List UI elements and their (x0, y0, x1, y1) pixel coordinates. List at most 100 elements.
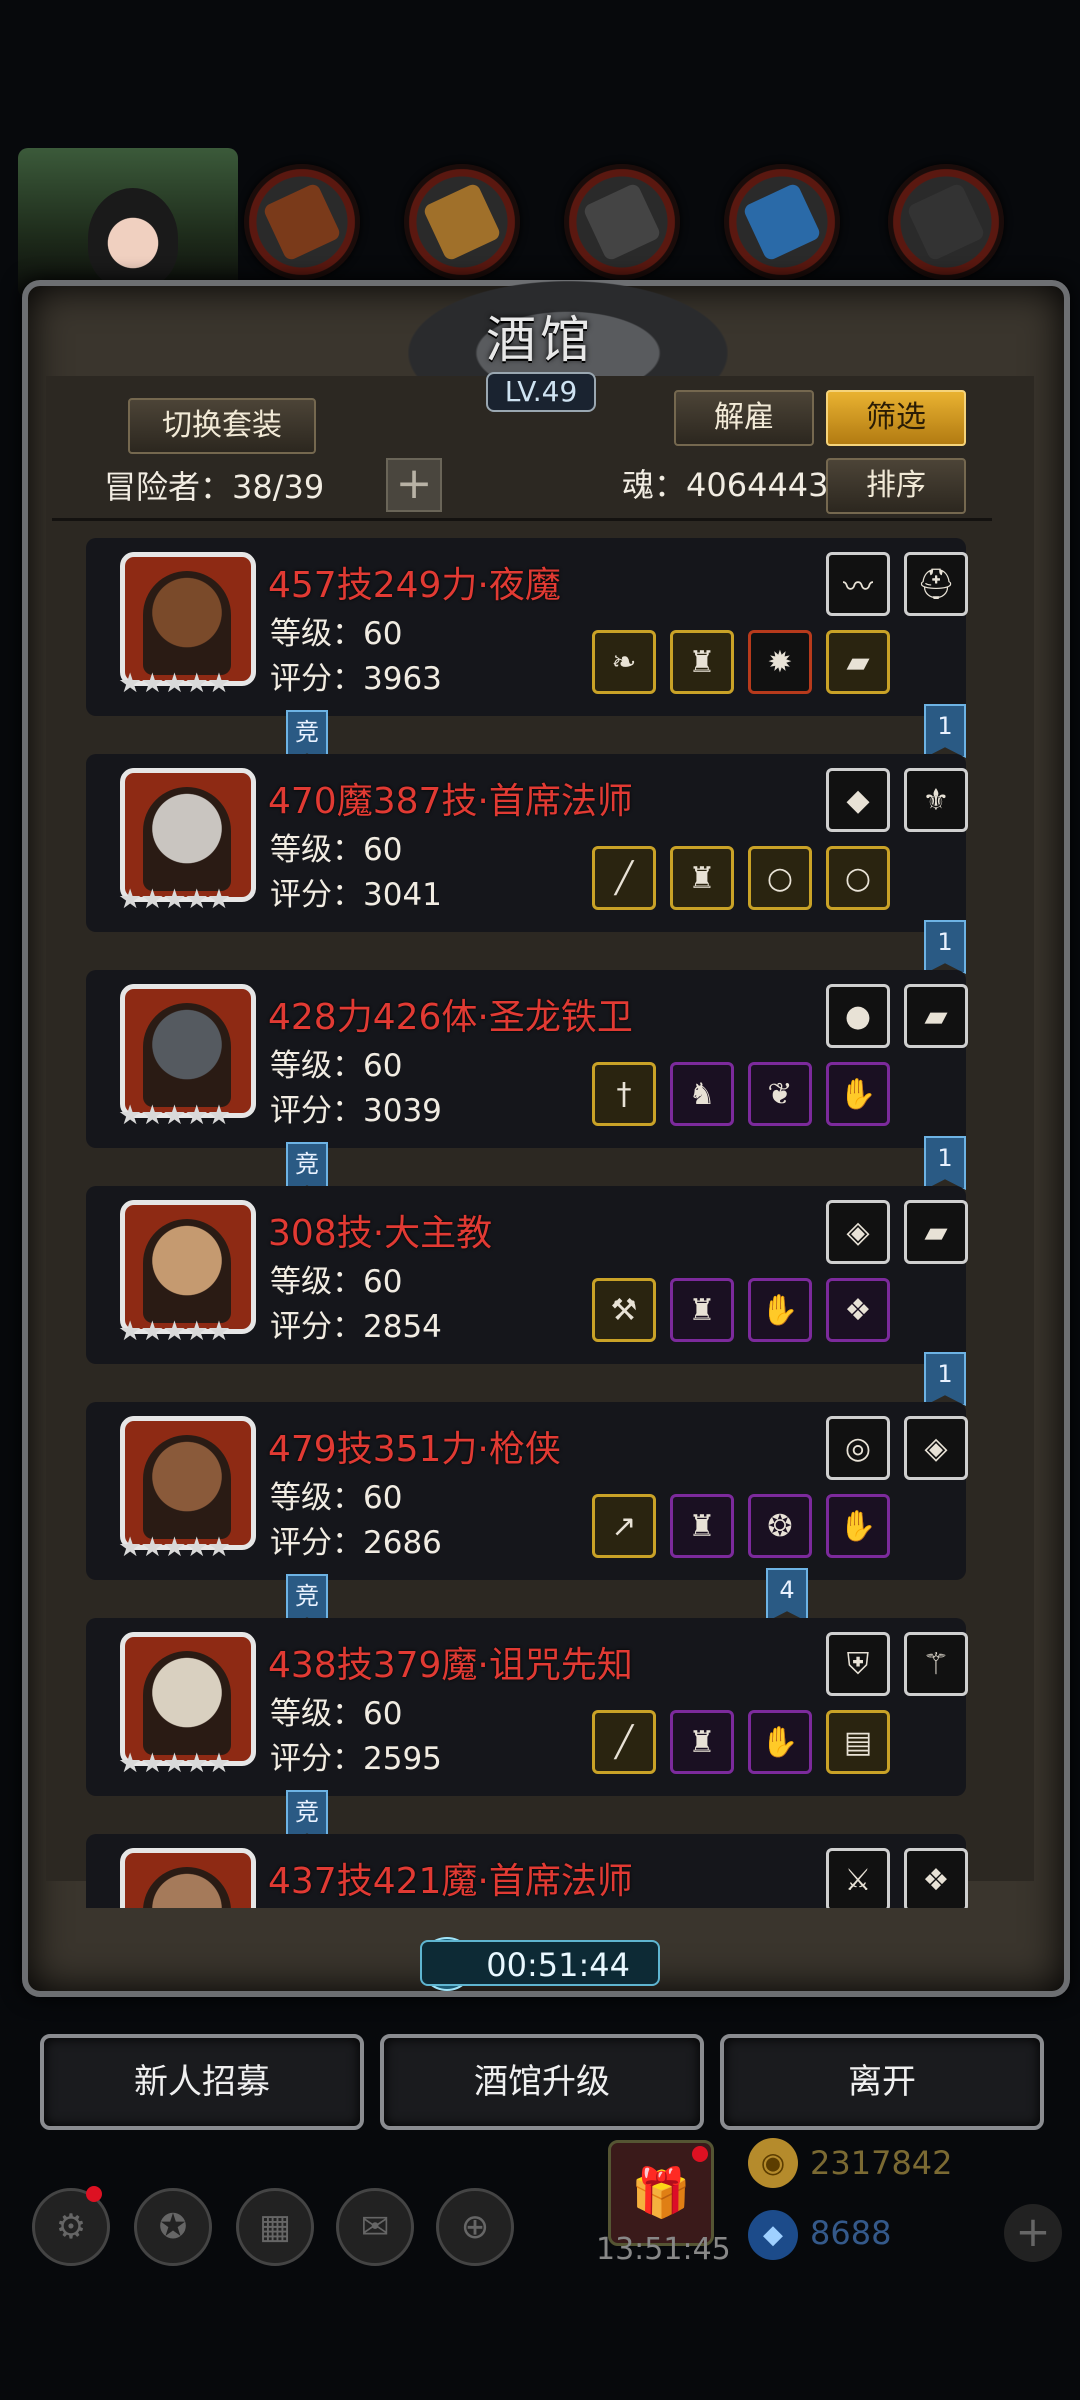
hero-score: 评分：3963 (270, 661, 442, 697)
gem-icon[interactable]: ◈ (826, 1200, 890, 1264)
leave-button[interactable]: 离开 (720, 2034, 1044, 2130)
hero-stars: ★★★★★ (118, 1316, 231, 1347)
gift-notification-dot (692, 2146, 708, 2162)
helmet-icon[interactable]: ⛑ (904, 552, 968, 616)
team-tag: 4 (766, 1568, 808, 1622)
hero-bust (143, 1219, 231, 1323)
hero-score: 评分：3039 (270, 1093, 442, 1129)
hero-row[interactable]: ★★★★★ 479技351力·枪侠 等级：60 评分：2686 ◎ ◈ ↗ ♜ ❂ ✋ (86, 1402, 968, 1580)
hero-portrait[interactable] (120, 1416, 256, 1550)
hero-row[interactable]: ★★★★★ 470魔387技·首席法师 等级：60 评分：3041 ◆ ⚜ ╱ ♜ ○ ○ (86, 754, 968, 932)
hero-list[interactable]: ★★★★★ 457技249力·夜魔 等级：60 评分：3963 〰 ⛑ ❧ ♜ ✹ ▰ 竞 1… (86, 538, 976, 1908)
ring-icon[interactable]: ○ (748, 846, 812, 910)
recruit-button[interactable]: 新人招募 (40, 2034, 364, 2130)
gauntlet-icon[interactable]: ✋ (748, 1278, 812, 1342)
gold-icon: ◉ (748, 2138, 798, 2188)
amulet-icon[interactable]: ✹ (748, 630, 812, 694)
hero-row[interactable]: ★★★★★ 308技·大主教 等级：60 评分：2854 ◈ ▰ ⚒ ♜ ✋ ❖ (86, 1186, 968, 1364)
rod-icon[interactable]: ⚚ (904, 1632, 968, 1696)
staff-icon[interactable]: ╱ (592, 1710, 656, 1774)
spear-icon[interactable]: ↗ (592, 1494, 656, 1558)
hero-row[interactable]: ★★★★★ 457技249力·夜魔 等级：60 评分：3963 〰 ⛑ ❧ ♜ ✹ ▰ (86, 538, 968, 716)
bracer-icon[interactable]: ▰ (904, 1200, 968, 1264)
hero-portrait[interactable] (120, 1200, 256, 1334)
hero-portrait[interactable] (120, 1848, 256, 1908)
gauntlet-icon[interactable]: ✋ (826, 1494, 890, 1558)
fire-orb-icon[interactable]: ● (826, 984, 890, 1048)
ruby-icon[interactable]: ◆ (826, 768, 890, 832)
hero-bust (143, 1435, 231, 1539)
hero-level: 等级：60 (270, 1480, 403, 1516)
team-tag: 1 (924, 1352, 966, 1406)
stone-icon[interactable]: ◎ (826, 1416, 890, 1480)
gem-icon: ◆ (748, 2210, 798, 2260)
armor-icon[interactable]: ♜ (670, 1278, 734, 1342)
hero-name: 479技351力·枪侠 (268, 1429, 561, 1470)
ore-resource-icon[interactable] (888, 164, 1004, 280)
bag-icon[interactable]: ▦ (236, 2188, 314, 2266)
player-avatar[interactable] (18, 148, 238, 298)
hero-name: 470魔387技·首席法师 (268, 781, 633, 822)
hero-row[interactable]: ★★★★★ 438技379魔·诅咒先知 等级：60 评分：2595 ⛨ ⚚ ╱ ♜ ✋ ▤ (86, 1618, 968, 1796)
ring-icon[interactable]: ○ (826, 846, 890, 910)
hero-portrait[interactable] (120, 768, 256, 902)
gauntlet-icon[interactable]: ✋ (826, 1062, 890, 1126)
add-slot-button[interactable]: + (386, 458, 442, 512)
hero-name: 428力426体·圣龙铁卫 (268, 997, 633, 1038)
whip-icon[interactable]: 〰 (826, 552, 890, 616)
hero-name: 438技379魔·诅咒先知 (268, 1645, 633, 1686)
team-tag: 1 (924, 704, 966, 758)
hero-bust (143, 1003, 231, 1107)
crystal-icon[interactable]: ❖ (826, 1278, 890, 1342)
soul-count: 魂：4064443 (622, 466, 829, 504)
hero-score: 评分：3041 (270, 877, 442, 913)
armor-icon[interactable]: ♜ (670, 1494, 734, 1558)
refresh-timer: 00:51:44 (420, 1940, 660, 1986)
hero-row[interactable]: ★★★★★ 428力426体·圣龙铁卫 等级：60 评分：3039 ● ▰ † ♞ ❦ ✋ (86, 970, 968, 1148)
hero-name: 457技249力·夜魔 (268, 565, 561, 606)
mail-icon[interactable]: ✉ (336, 2188, 414, 2266)
staff-icon[interactable]: ╱ (592, 846, 656, 910)
adventurer-count: 冒险者：38/39 (104, 468, 325, 506)
upgrade-tavern-button[interactable]: 酒馆升级 (380, 2034, 704, 2130)
gem-icon[interactable]: ◈ (904, 1416, 968, 1480)
dismiss-button[interactable]: 解雇 (674, 390, 814, 446)
add-currency-icon[interactable]: + (1004, 2204, 1062, 2262)
sort-button[interactable]: 排序 (826, 458, 966, 514)
wood-resource-icon[interactable] (244, 164, 360, 280)
hero-stars: ★★★★★ (118, 884, 231, 915)
plank-resource-icon[interactable] (404, 164, 520, 280)
scroll-icon[interactable]: ▤ (826, 1710, 890, 1774)
bracer-icon[interactable]: ▰ (904, 984, 968, 1048)
armor-icon[interactable]: ♜ (670, 630, 734, 694)
hero-portrait[interactable] (120, 1632, 256, 1766)
iron-resource-icon[interactable] (564, 164, 680, 280)
armor-icon[interactable]: ♜ (670, 846, 734, 910)
filter-button[interactable]: 筛选 (826, 390, 966, 446)
dagger-icon[interactable]: ⚔ (826, 1848, 890, 1908)
hammer-icon[interactable]: ⚒ (592, 1278, 656, 1342)
shield-icon[interactable]: ⛨ (826, 1632, 890, 1696)
hero-portrait[interactable] (120, 552, 256, 686)
bracer-icon[interactable]: ▰ (826, 630, 890, 694)
hero-row[interactable]: 437技421魔·首席法师 ⚔ ❖ (86, 1834, 968, 1908)
page-title: 酒馆 (486, 311, 594, 369)
armor-icon[interactable]: ♜ (670, 1710, 734, 1774)
chest-icon[interactable]: ♞ (670, 1062, 734, 1126)
badge-icon[interactable]: ✪ (134, 2188, 212, 2266)
hero-portrait[interactable] (120, 984, 256, 1118)
cloak-icon[interactable]: ❦ (748, 1062, 812, 1126)
emblem-icon[interactable]: ⚜ (904, 768, 968, 832)
sword-icon[interactable]: † (592, 1062, 656, 1126)
necklace-icon[interactable]: ❂ (748, 1494, 812, 1558)
hero-name: 437技421魔·首席法师 (268, 1861, 633, 1902)
blade-icon[interactable]: ❧ (592, 630, 656, 694)
hero-name: 308技·大主教 (268, 1213, 493, 1254)
switch-set-button[interactable]: 切换套装 (128, 398, 316, 454)
hero-bust (143, 571, 231, 675)
hero-level: 等级：60 (270, 1696, 403, 1732)
map-icon[interactable]: ⊕ (436, 2188, 514, 2266)
crystal-resource-icon[interactable] (724, 164, 840, 280)
crystal-icon[interactable]: ❖ (904, 1848, 968, 1908)
gauntlet-icon[interactable]: ✋ (748, 1710, 812, 1774)
